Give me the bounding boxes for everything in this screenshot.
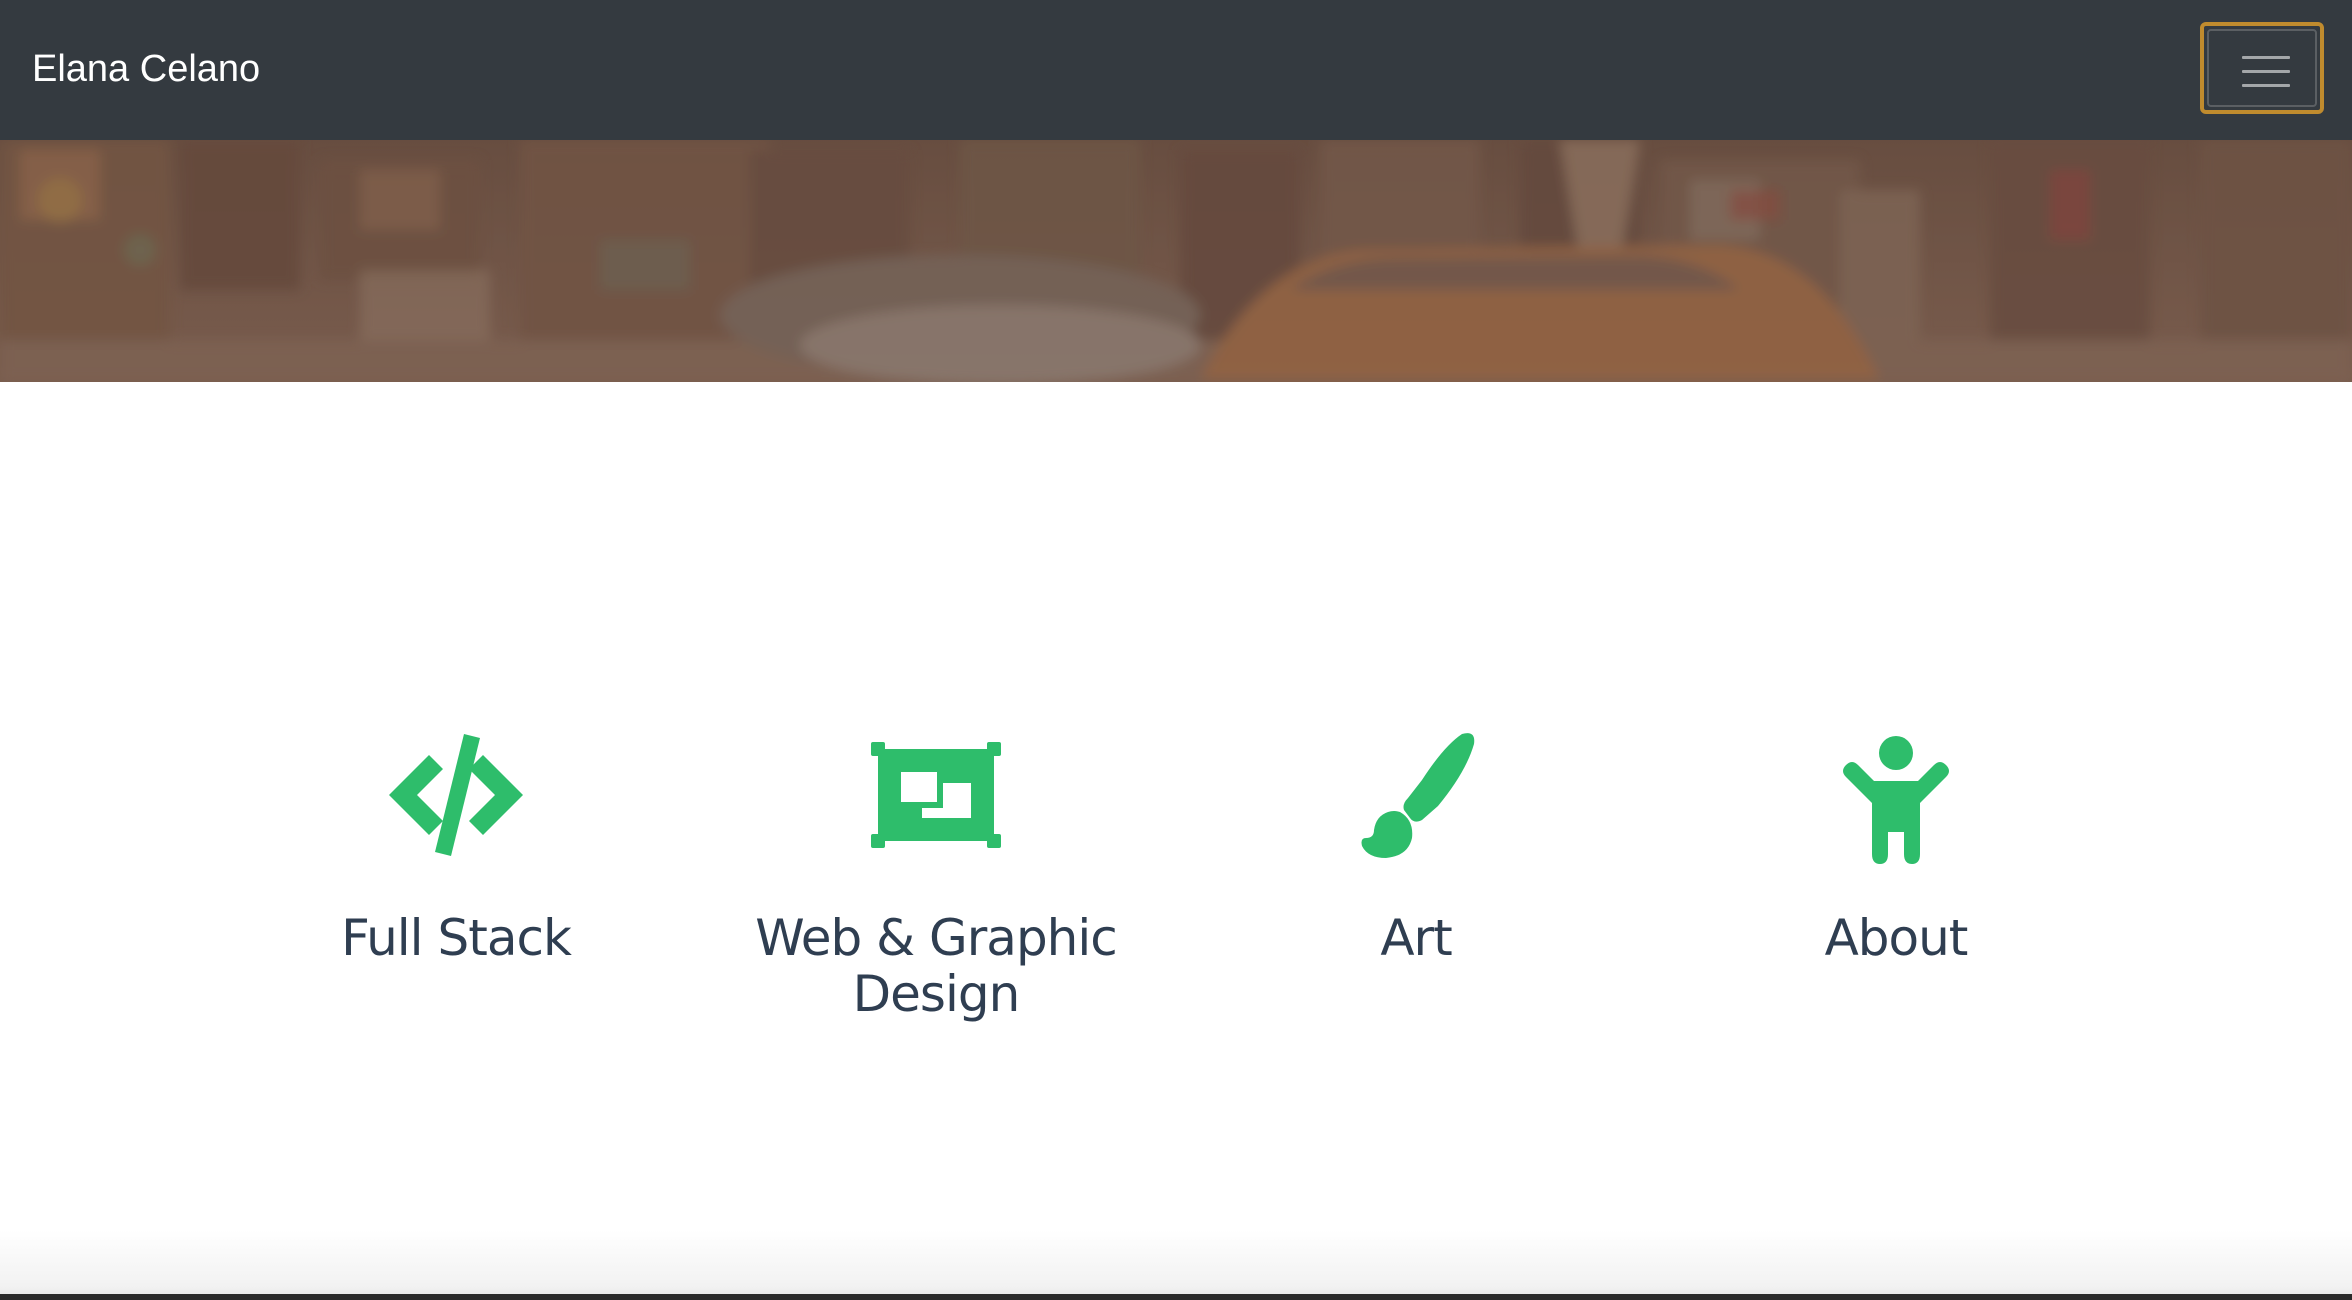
hero-background-image	[0, 140, 2352, 382]
hamburger-bar	[2242, 70, 2290, 73]
hamburger-bar	[2242, 84, 2290, 87]
feature-label: Full Stack	[341, 909, 572, 967]
navbar-toggler-button[interactable]	[2200, 22, 2324, 114]
toggler-focus-ring	[2207, 29, 2317, 107]
feature-list: Full Stack Web & Graphic Design Art Abou…	[0, 720, 2352, 1050]
object-group-icon	[871, 742, 1001, 848]
code-icon	[389, 734, 523, 856]
hero-banner	[0, 140, 2352, 382]
feature-about[interactable]: About	[1676, 720, 2116, 966]
feature-label: Web & Graphic Design	[755, 909, 1118, 1023]
hamburger-bar	[2242, 56, 2290, 59]
feature-web-graphic-design[interactable]: Web & Graphic Design	[716, 720, 1156, 1022]
paint-brush-icon	[1361, 733, 1475, 858]
feature-label: Art	[1380, 909, 1452, 967]
feature-art[interactable]: Art	[1196, 720, 1636, 966]
brand-link[interactable]: Elana Celano	[32, 44, 260, 94]
window-bottom-edge	[0, 1294, 2352, 1300]
page-bottom-shadow	[0, 1230, 2352, 1300]
navbar: Elana Celano	[0, 0, 2352, 140]
child-icon	[1843, 736, 1949, 864]
feature-full-stack[interactable]: Full Stack	[236, 720, 676, 966]
feature-label: About	[1824, 909, 1969, 967]
